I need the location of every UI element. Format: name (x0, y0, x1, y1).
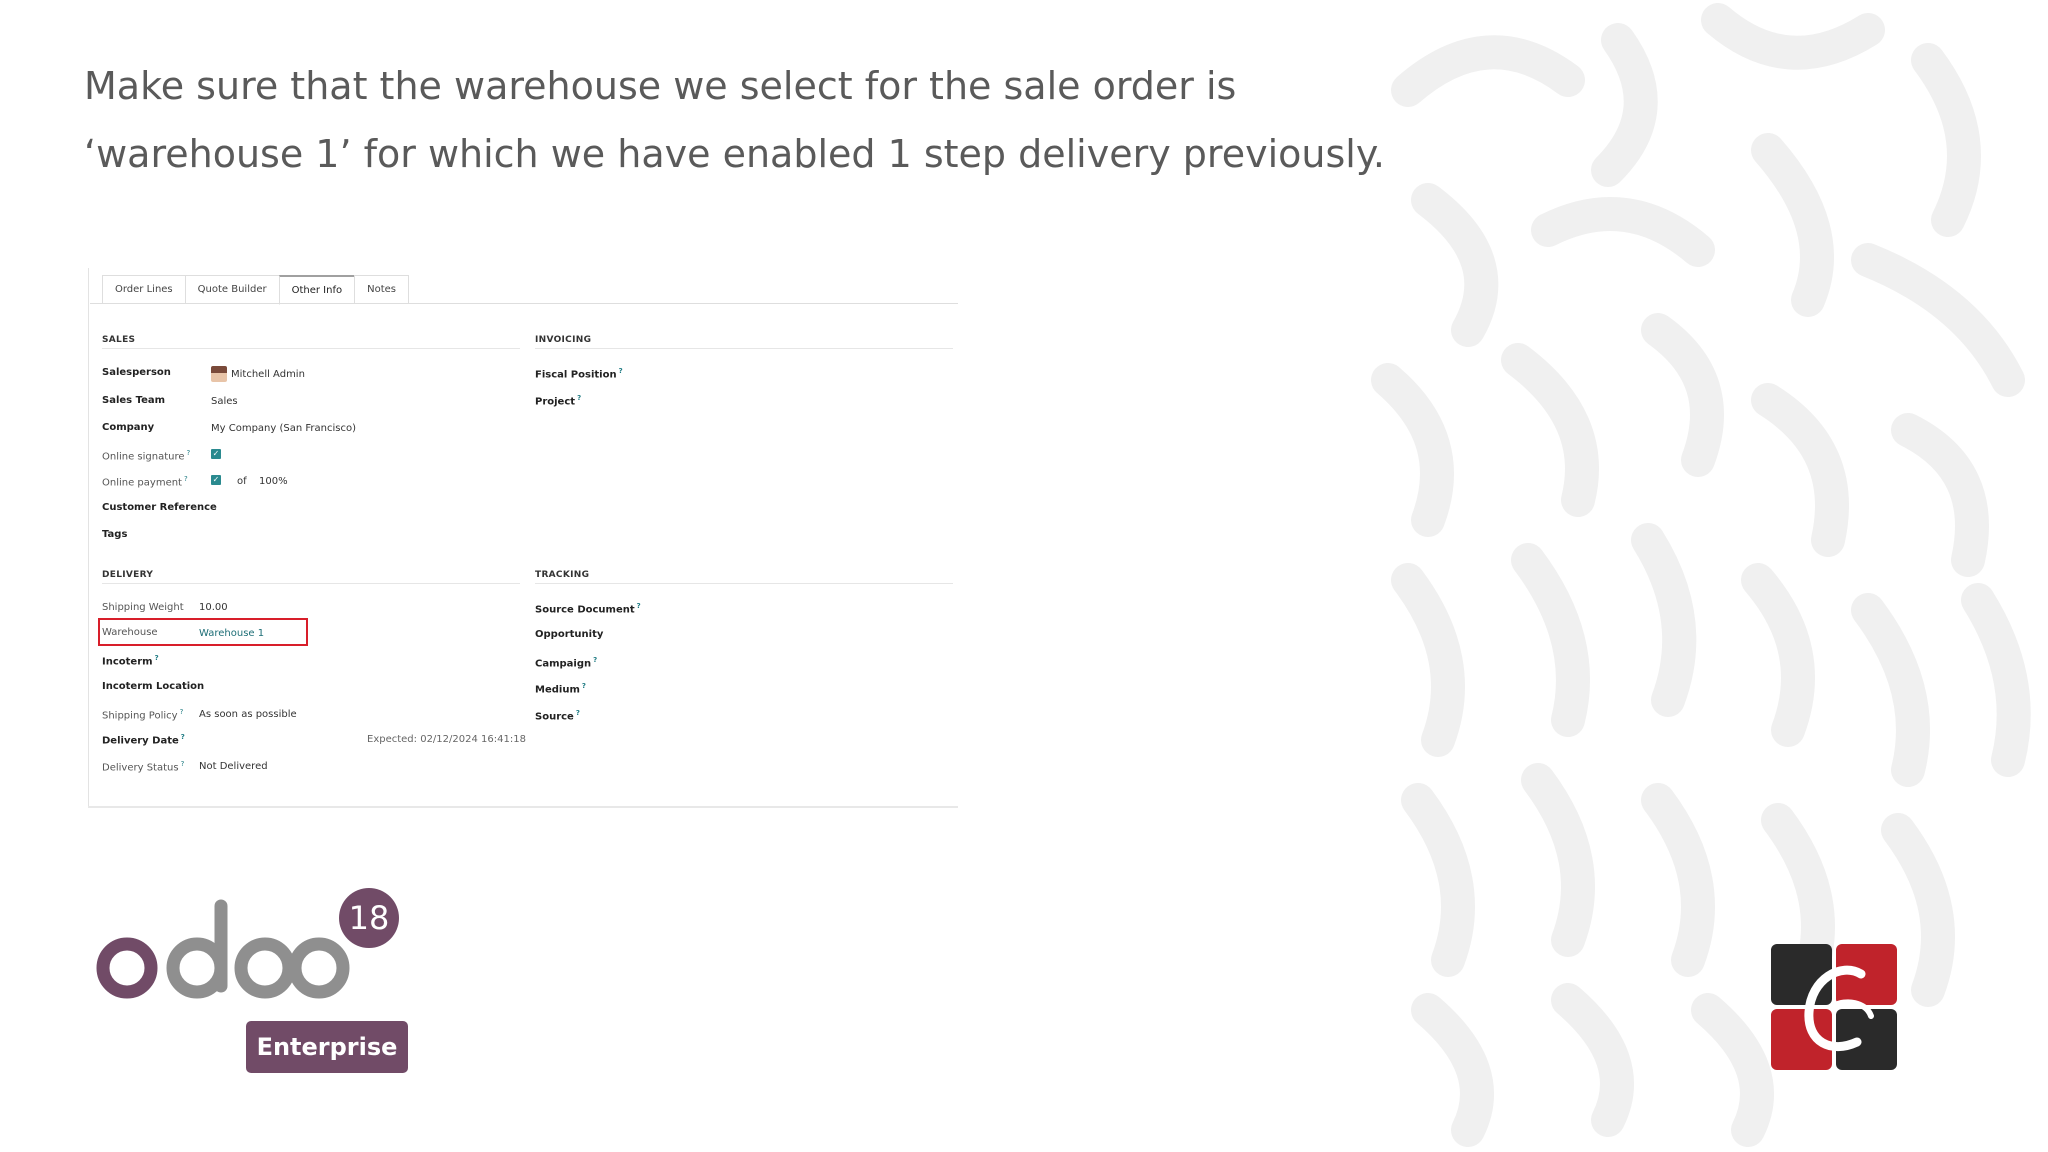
incoterm-label: Incoterm? (102, 654, 159, 668)
tab-notes[interactable]: Notes (354, 275, 409, 304)
shipping-weight-field[interactable]: 10.00 (199, 602, 228, 613)
squiggle-pattern-graphic (1371, 3, 2031, 1147)
online-payment-label: Online payment? (102, 475, 188, 489)
source-label: Source? (535, 709, 580, 723)
section-title-delivery: DELIVERY (102, 570, 154, 580)
online-payment-checkbox[interactable]: ✓ (211, 475, 221, 485)
odoo-wordmark: odoo (94, 886, 97, 887)
shipping-policy-field[interactable]: As soon as possible (199, 709, 297, 720)
source-document-label: Source Document? (535, 602, 641, 616)
slide-heading-line-1: Make sure that the warehouse we select f… (84, 64, 1237, 108)
salesperson-field[interactable]: Mitchell Admin (231, 369, 305, 380)
fiscal-position-label: Fiscal Position? (535, 367, 623, 381)
delivery-status-value: Not Delivered (199, 761, 268, 772)
odoo-logo-letter (96, 937, 158, 999)
help-icon[interactable]: ? (637, 602, 641, 610)
help-icon[interactable]: ? (187, 449, 191, 457)
section-title-invoicing: INVOICING (535, 335, 592, 345)
tab-order-lines[interactable]: Order Lines (102, 275, 185, 304)
notebook-tabs: Order Lines Quote Builder Other Info Not… (102, 275, 409, 305)
project-label: Project? (535, 394, 582, 408)
slide-heading: Make sure that the warehouse we select f… (84, 52, 1385, 188)
help-icon[interactable]: ? (181, 760, 185, 768)
section-divider (535, 583, 953, 584)
shipping-policy-label: Shipping Policy? (102, 708, 184, 722)
help-icon[interactable]: ? (593, 656, 597, 664)
company-label: Company (102, 422, 155, 433)
help-icon[interactable]: ? (576, 709, 580, 717)
delivery-status-label: Delivery Status? (102, 760, 185, 774)
campaign-label: Campaign? (535, 656, 598, 670)
section-title-sales: SALES (102, 335, 136, 345)
help-icon[interactable]: ? (577, 394, 581, 402)
company-logo (1771, 944, 1897, 1070)
odoo-logo-letter (288, 937, 350, 999)
help-icon[interactable]: ? (180, 708, 184, 716)
sales-team-label: Sales Team (102, 395, 166, 406)
section-divider (102, 348, 520, 349)
sales-team-field[interactable]: Sales (211, 396, 238, 407)
panel-border (88, 268, 89, 808)
help-icon[interactable]: ? (184, 475, 188, 483)
avatar (211, 366, 227, 382)
background-pattern (1368, 0, 2048, 1152)
panel-border (88, 806, 958, 808)
opportunity-label: Opportunity (535, 629, 604, 640)
slide-heading-line-2: ‘warehouse 1’ for which we have enabled … (84, 132, 1385, 176)
company-field[interactable]: My Company (San Francisco) (211, 423, 356, 434)
help-icon[interactable]: ? (582, 682, 586, 690)
odoo-logo-letter (234, 937, 296, 999)
tab-quote-builder[interactable]: Quote Builder (184, 275, 279, 304)
tabs-divider (90, 303, 958, 304)
help-icon[interactable]: ? (619, 367, 623, 375)
online-signature-label: Online signature? (102, 449, 191, 463)
customer-reference-label: Customer Reference (102, 502, 217, 513)
online-payment-percent-field[interactable]: 100% (259, 476, 288, 487)
tags-label: Tags (102, 529, 128, 540)
section-title-tracking: TRACKING (535, 570, 590, 580)
shipping-weight-label: Shipping Weight (102, 602, 184, 613)
warehouse-label: Warehouse (102, 627, 158, 638)
tab-other-info[interactable]: Other Info (278, 275, 355, 305)
medium-label: Medium? (535, 682, 586, 696)
version-badge: 18 (339, 888, 399, 948)
help-icon[interactable]: ? (181, 733, 185, 741)
section-divider (535, 348, 953, 349)
salesperson-label: Salesperson (102, 367, 171, 378)
sale-order-other-info-panel: Order Lines Quote Builder Other Info Not… (88, 268, 958, 808)
online-signature-checkbox[interactable]: ✓ (211, 449, 221, 459)
delivery-date-label: Delivery Date? (102, 733, 185, 747)
online-payment-of-text: of (237, 476, 247, 487)
warehouse-field[interactable]: Warehouse 1 (199, 628, 264, 639)
incoterm-location-label: Incoterm Location (102, 681, 205, 692)
delivery-date-expected: Expected: 02/12/2024 16:41:18 (367, 734, 526, 745)
odoo-logo-letter (166, 937, 228, 999)
help-icon[interactable]: ? (155, 654, 159, 662)
section-divider (102, 583, 520, 584)
enterprise-badge: Enterprise (246, 1021, 408, 1073)
